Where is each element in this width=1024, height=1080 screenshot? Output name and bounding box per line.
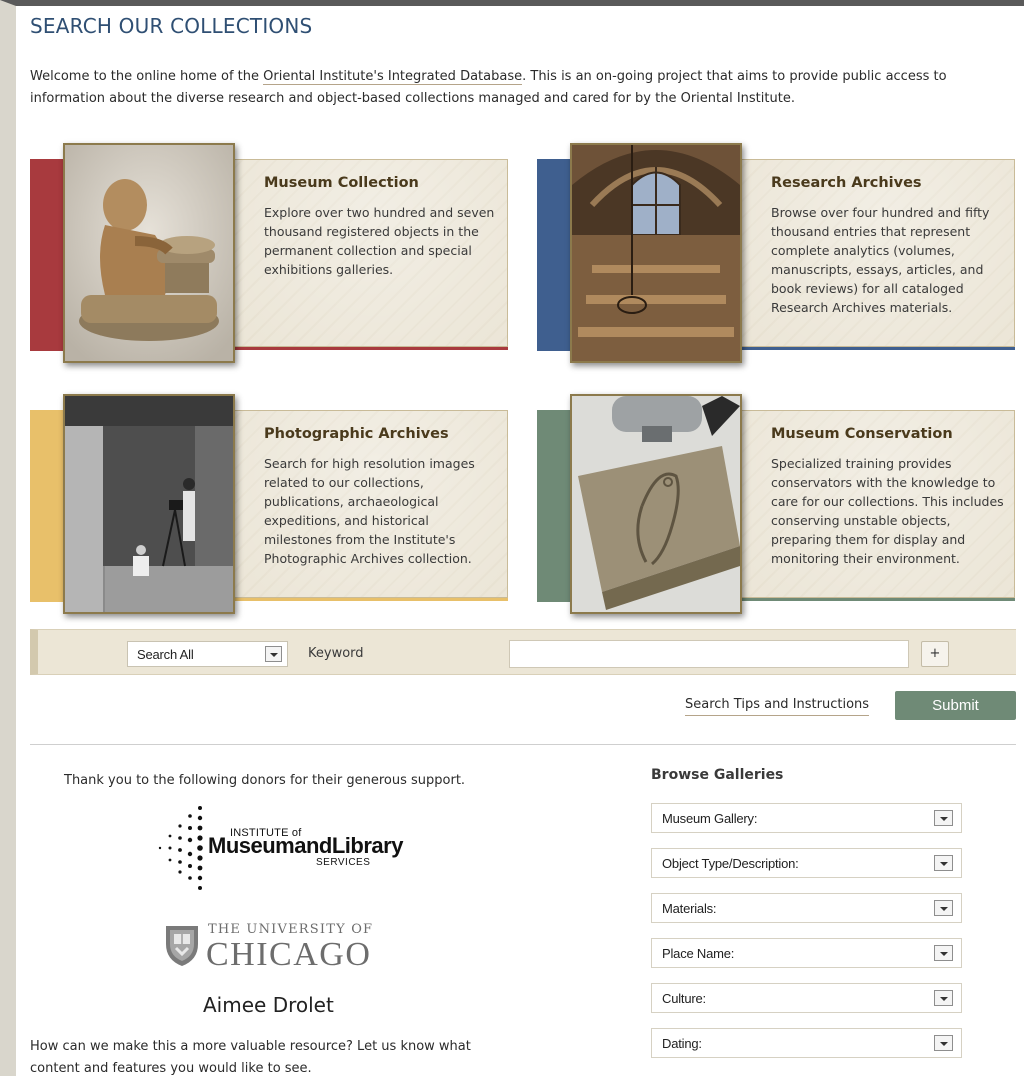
select-label: Museum Gallery:	[662, 811, 758, 826]
search-scope-select[interactable]: Search All	[127, 641, 288, 667]
donors-thanks-text: Thank you to the following donors for th…	[64, 773, 466, 788]
search-scope-value: Search All	[137, 647, 194, 662]
card-underline	[733, 598, 1015, 601]
browse-galleries-title: Browse Galleries	[651, 767, 784, 783]
museum-conservation-photo[interactable]	[570, 394, 742, 614]
materials-select[interactable]: Materials:	[651, 893, 962, 923]
donor-name: Aimee Drolet	[203, 993, 334, 1017]
imls-logo: INSTITUTE of MuseumandLibrary SERVICES	[154, 802, 403, 894]
chevron-down-icon[interactable]	[265, 646, 282, 662]
museum-gallery-select[interactable]: Museum Gallery:	[651, 803, 962, 833]
card-photographic-archives[interactable]: Photographic Archives Search for high re…	[30, 394, 510, 614]
statue-figure-image	[65, 145, 233, 361]
chevron-down-icon[interactable]	[934, 945, 953, 961]
research-archives-photo[interactable]	[570, 143, 742, 363]
uchicago-logo: THE UNIVERSITY OF CHICAGO	[160, 920, 390, 974]
uchicago-line1: THE UNIVERSITY OF	[208, 922, 374, 937]
select-label: Dating:	[662, 1036, 702, 1051]
culture-select[interactable]: Culture:	[651, 983, 962, 1013]
chevron-down-icon[interactable]	[934, 810, 953, 826]
imls-line3: SERVICES	[316, 857, 371, 868]
card-title[interactable]: Museum Collection	[264, 175, 419, 191]
intro-text: Welcome to the online home of the Orient…	[30, 66, 1005, 110]
select-label: Culture:	[662, 991, 706, 1006]
page-title: SEARCH OUR COLLECTIONS	[30, 14, 313, 38]
card-title[interactable]: Museum Conservation	[771, 426, 953, 442]
card-description: Specialized training provides conservato…	[771, 456, 1004, 566]
museum-collection-photo[interactable]	[63, 143, 235, 363]
imls-starburst-icon	[158, 806, 203, 890]
select-label: Materials:	[662, 901, 717, 916]
chevron-down-icon[interactable]	[934, 855, 953, 871]
card-underline	[733, 347, 1015, 350]
add-search-row-button[interactable]: +	[921, 641, 949, 667]
chevron-down-icon[interactable]	[934, 1035, 953, 1051]
shield-icon	[166, 926, 198, 966]
reading-room-image	[572, 145, 740, 361]
select-label: Place Name:	[662, 946, 735, 961]
integrated-database-link[interactable]: Oriental Institute's Integrated Database	[263, 69, 523, 85]
card-description: Explore over two hundred and seven thous…	[264, 205, 495, 277]
plus-icon: +	[929, 646, 941, 661]
place-name-select[interactable]: Place Name:	[651, 938, 962, 968]
card-title[interactable]: Research Archives	[771, 175, 922, 191]
photographic-archives-photo[interactable]	[63, 394, 235, 614]
card-museum-collection[interactable]: Museum Collection Explore over two hundr…	[30, 143, 510, 363]
keyword-label: Keyword	[308, 646, 364, 661]
uchicago-line2: CHICAGO	[206, 936, 372, 973]
card-description: Search for high resolution images relate…	[264, 456, 475, 566]
select-label: Object Type/Description:	[662, 856, 799, 871]
tomb-photographer-image	[65, 396, 233, 612]
section-divider	[30, 744, 1016, 745]
card-research-archives[interactable]: Research Archives Browse over four hundr…	[537, 143, 1017, 363]
imls-line2: MuseumandLibrary	[208, 833, 403, 858]
chevron-down-icon[interactable]	[934, 900, 953, 916]
card-title[interactable]: Photographic Archives	[264, 426, 449, 442]
submit-button[interactable]: Submit	[895, 691, 1016, 720]
intro-before: Welcome to the online home of the	[30, 69, 264, 84]
card-underline	[226, 598, 508, 601]
falcon-relief-image	[572, 396, 740, 612]
card-underline	[226, 347, 508, 350]
keyword-input[interactable]	[509, 640, 909, 668]
chevron-down-icon[interactable]	[934, 990, 953, 1006]
feedback-text: How can we make this a more valuable res…	[30, 1039, 471, 1076]
dating-select[interactable]: Dating:	[651, 1028, 962, 1058]
search-tips-link[interactable]: Search Tips and Instructions	[685, 697, 870, 716]
object-type-select[interactable]: Object Type/Description:	[651, 848, 962, 878]
card-description: Browse over four hundred and fifty thous…	[771, 205, 990, 315]
card-museum-conservation[interactable]: Museum Conservation Specialized training…	[537, 394, 1017, 614]
